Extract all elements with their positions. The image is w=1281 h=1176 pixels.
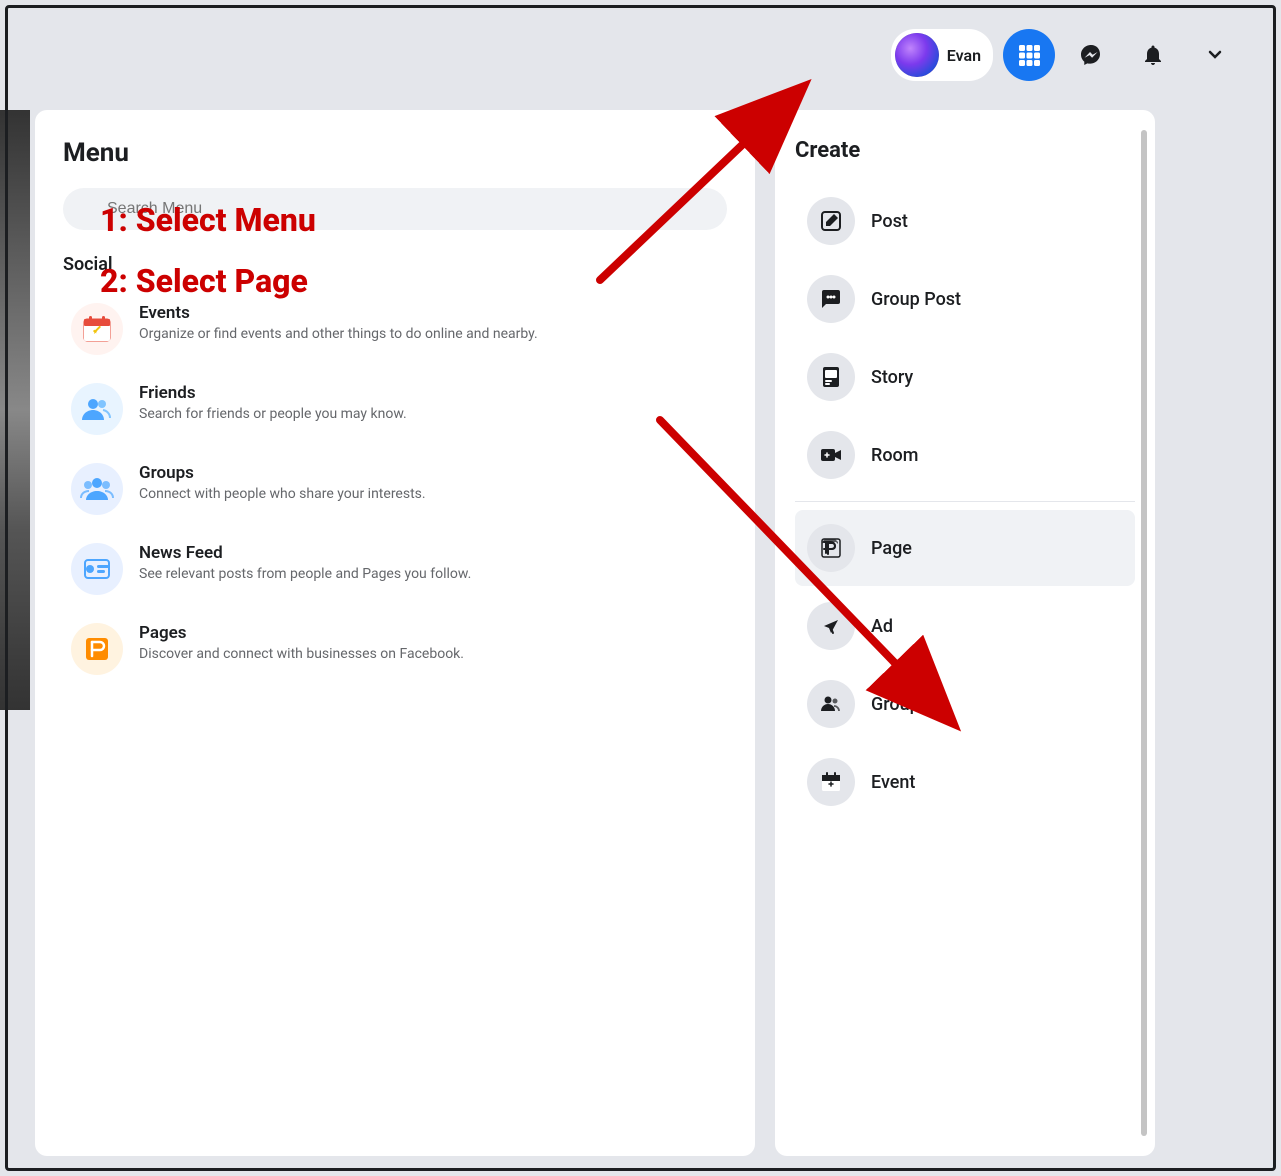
- friends-title: Friends: [139, 383, 407, 403]
- story-icon: [807, 353, 855, 401]
- dropdown-button[interactable]: [1189, 29, 1241, 81]
- create-item-ad[interactable]: Ad: [795, 588, 1135, 664]
- ad-icon: [807, 602, 855, 650]
- create-item-post[interactable]: Post: [795, 183, 1135, 259]
- menu-item-events[interactable]: Events Organize or find events and other…: [63, 291, 727, 367]
- post-icon: [807, 197, 855, 245]
- events-title: Events: [139, 303, 538, 323]
- grid-icon: [1018, 44, 1040, 66]
- friends-icon: [71, 383, 123, 435]
- search-container: [63, 188, 727, 230]
- create-group-post-label: Group Post: [871, 289, 961, 310]
- menu-item-newsfeed[interactable]: News Feed See relevant posts from people…: [63, 531, 727, 607]
- user-profile-button[interactable]: Evan: [891, 29, 993, 81]
- group-create-icon: [807, 680, 855, 728]
- friends-text: Friends Search for friends or people you…: [139, 383, 407, 425]
- avatar: [895, 33, 939, 77]
- create-item-event[interactable]: Event: [795, 744, 1135, 820]
- events-desc: Organize or find events and other things…: [139, 325, 538, 345]
- create-divider: [795, 501, 1135, 502]
- bell-icon: [1141, 43, 1165, 67]
- event-create-icon: [807, 758, 855, 806]
- user-name: Evan: [947, 46, 981, 65]
- newsfeed-title: News Feed: [139, 543, 471, 563]
- newsfeed-desc: See relevant posts from people and Pages…: [139, 565, 471, 585]
- events-icon: [71, 303, 123, 355]
- main-content: Menu Social: [35, 110, 1246, 1156]
- groups-text: Groups Connect with people who share you…: [139, 463, 426, 505]
- groups-title: Groups: [139, 463, 426, 483]
- menu-item-groups[interactable]: Groups Connect with people who share you…: [63, 451, 727, 527]
- menu-item-pages[interactable]: Pages Discover and connect with business…: [63, 611, 727, 687]
- create-room-label: Room: [871, 445, 918, 466]
- pages-text: Pages Discover and connect with business…: [139, 623, 464, 665]
- page-icon: [807, 524, 855, 572]
- notifications-button[interactable]: [1127, 29, 1179, 81]
- friends-desc: Search for friends or people you may kno…: [139, 405, 407, 425]
- create-post-label: Post: [871, 211, 908, 232]
- create-panel: Create Post Group Post: [775, 110, 1155, 1156]
- create-group-label: Group: [871, 694, 920, 715]
- create-item-story[interactable]: Story: [795, 339, 1135, 415]
- messenger-icon: [1079, 43, 1103, 67]
- room-icon: [807, 431, 855, 479]
- create-title: Create: [795, 138, 1135, 163]
- chevron-down-icon: [1206, 46, 1224, 64]
- menu-panel: Menu Social: [35, 110, 755, 1156]
- navbar-icons: Evan: [891, 29, 1241, 81]
- messenger-button[interactable]: [1065, 29, 1117, 81]
- group-post-icon: [807, 275, 855, 323]
- grid-menu-button[interactable]: [1003, 29, 1055, 81]
- social-section-title: Social: [63, 254, 727, 275]
- newsfeed-icon: [71, 543, 123, 595]
- events-text: Events Organize or find events and other…: [139, 303, 538, 345]
- menu-title: Menu: [63, 138, 727, 168]
- search-input[interactable]: [63, 188, 727, 230]
- pages-desc: Discover and connect with businesses on …: [139, 645, 464, 665]
- menu-item-friends[interactable]: Friends Search for friends or people you…: [63, 371, 727, 447]
- groups-icon: [71, 463, 123, 515]
- groups-desc: Connect with people who share your inter…: [139, 485, 426, 505]
- create-item-group[interactable]: Group: [795, 666, 1135, 742]
- create-item-group-post[interactable]: Group Post: [795, 261, 1135, 337]
- create-story-label: Story: [871, 367, 913, 388]
- create-event-label: Event: [871, 772, 915, 793]
- create-item-room[interactable]: Room: [795, 417, 1135, 493]
- left-photo-strip: [0, 110, 30, 710]
- create-item-page[interactable]: Page: [795, 510, 1135, 586]
- pages-icon: [71, 623, 123, 675]
- create-ad-label: Ad: [871, 616, 893, 637]
- pages-title: Pages: [139, 623, 464, 643]
- create-page-label: Page: [871, 538, 912, 559]
- navbar: Evan: [0, 0, 1281, 110]
- newsfeed-text: News Feed See relevant posts from people…: [139, 543, 471, 585]
